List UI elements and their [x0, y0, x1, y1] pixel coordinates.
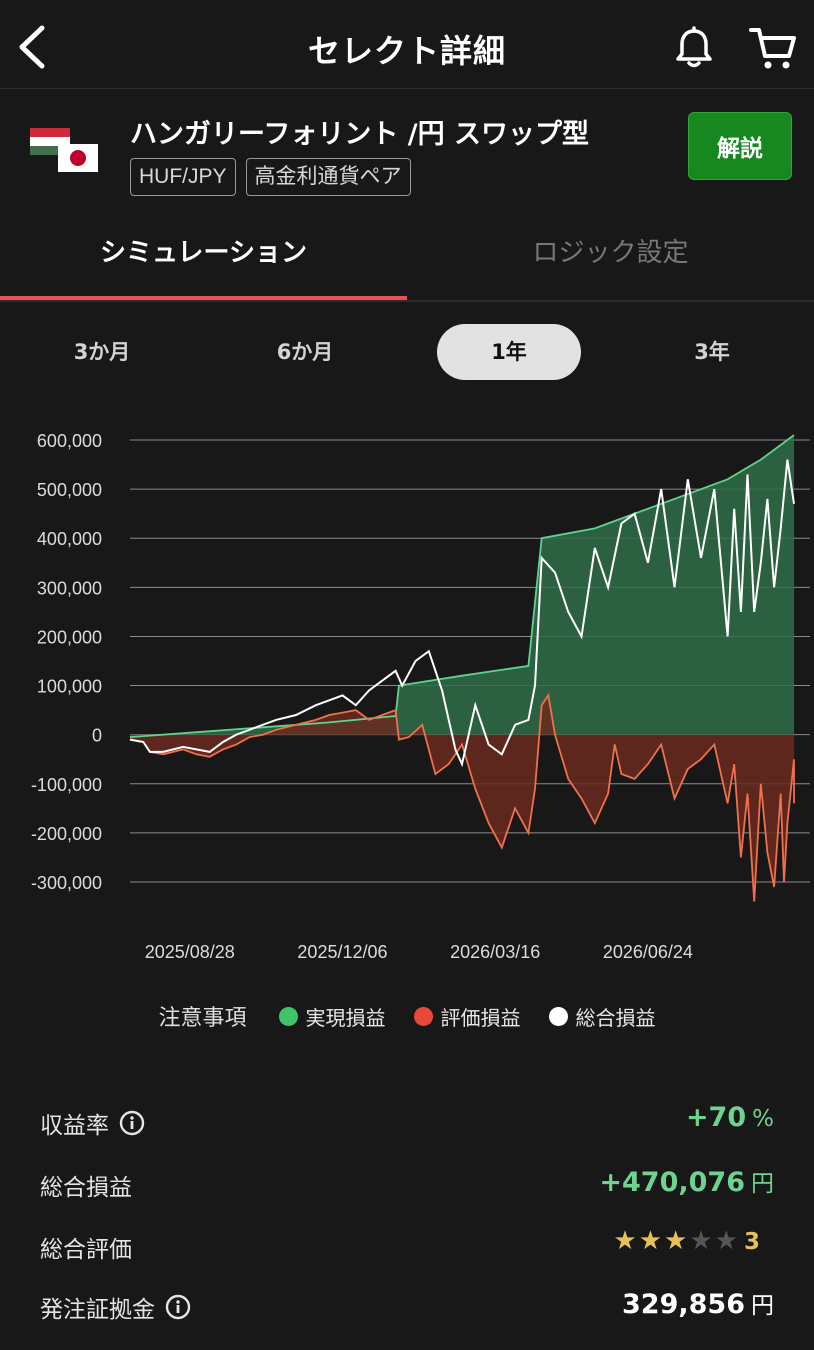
rating-row: 総合評価 ★ ★ ★ ★ ★ 3 — [40, 1226, 774, 1266]
rating-value: 3 — [743, 1229, 760, 1255]
return-rate-value: +70 — [685, 1102, 747, 1133]
total-pl-value: +470,076 — [599, 1167, 745, 1198]
y-tick-label: 100,000 — [37, 677, 102, 697]
period-6-months[interactable]: 6か月 — [233, 324, 377, 380]
product-tags: HUF/JPY 高金利通貨ペア — [130, 158, 411, 196]
total-pl-label: 総合損益 — [40, 1175, 132, 1201]
margin-label: 発注証拠金 — [40, 1297, 155, 1323]
currency-pair-flags — [30, 128, 98, 172]
legend-dot-realized — [278, 1006, 298, 1026]
x-tick-label: 2025/12/06 — [297, 942, 387, 962]
realized-area — [130, 435, 794, 738]
margin-value: 329,856 — [622, 1289, 745, 1320]
tab-logic-settings[interactable]: ロジック設定 — [407, 232, 814, 269]
y-tick-label: 300,000 — [37, 578, 102, 598]
legend-label-unrealized: 評価損益 — [440, 1005, 521, 1030]
chart-legend: 注意事項 実現損益 評価損益 総合損益 — [0, 998, 814, 1034]
y-tick-label: 400,000 — [37, 529, 102, 549]
rating-label: 総合評価 — [40, 1237, 132, 1263]
navigation-bar: セレクト詳細 — [0, 0, 814, 89]
total-pl-unit: 円 — [751, 1171, 774, 1197]
bell-icon[interactable] — [672, 26, 716, 70]
margin-row: 発注証拠金 329,856 円 — [40, 1286, 774, 1326]
japan-flag — [58, 144, 98, 172]
total-pl-value-group: +470,076 円 — [599, 1164, 774, 1198]
tag-category: 高金利通貨ペア — [245, 158, 411, 196]
total-pl-label-group: 総合損益 — [40, 1168, 132, 1202]
tab-simulation[interactable]: シミュレーション — [0, 232, 407, 269]
cart-icon[interactable] — [748, 24, 798, 72]
return-rate-label: 収益率 — [40, 1113, 109, 1139]
legend-label-total: 総合損益 — [575, 1005, 656, 1030]
x-tick-label: 2026/03/16 — [450, 942, 540, 962]
period-1-year[interactable]: 1年 — [437, 324, 581, 380]
active-tab-indicator — [0, 296, 407, 300]
rating-label-group: 総合評価 — [40, 1230, 132, 1264]
star-filled-icon: ★ — [613, 1226, 637, 1256]
legend-item-realized: 実現損益 — [278, 1002, 386, 1031]
legend-item-unrealized: 評価損益 — [413, 1002, 521, 1031]
star-filled-icon: ★ — [638, 1226, 663, 1256]
star-filled-icon: ★ — [664, 1226, 688, 1256]
margin-value-group: 329,856 円 — [622, 1286, 774, 1320]
star-empty-icon: ★ — [714, 1226, 738, 1256]
legend-dot-unrealized — [413, 1006, 433, 1026]
chart-svg: 600,000 500,000 400,000 300,000 200,000 100,0… — [31, 431, 810, 962]
y-tick-label: 500,000 — [37, 480, 102, 500]
info-icon[interactable] — [119, 1110, 145, 1136]
margin-label-group: 発注証拠金 — [40, 1290, 191, 1324]
x-tick-label: 2026/06/24 — [603, 942, 693, 962]
y-tick-label: -200,000 — [31, 824, 102, 844]
y-tick-label: 200,000 — [37, 627, 102, 647]
period-3-years[interactable]: 3年 — [640, 324, 784, 380]
y-tick-label: -300,000 — [31, 873, 102, 893]
return-rate-value-group: +70 % — [686, 1102, 774, 1133]
rating-value-group: ★ ★ ★ ★ ★ 3 — [613, 1226, 760, 1256]
pl-simulation-chart: 600,000 500,000 400,000 300,000 200,000 100,0… — [0, 400, 814, 1000]
notes-link[interactable]: 注意事項 — [158, 1000, 246, 1032]
y-tick-label: 600,000 — [37, 431, 102, 451]
margin-unit: 円 — [751, 1293, 774, 1319]
legend-dot-total — [548, 1006, 568, 1026]
period-3-months[interactable]: 3か月 — [30, 324, 174, 380]
product-header: ハンガリーフォリント /円 スワップ型 HUF/JPY 高金利通貨ペア 解説 — [0, 88, 814, 208]
explain-button[interactable]: 解説 — [688, 112, 792, 180]
product-name: ハンガリーフォリント /円 スワップ型 — [130, 119, 590, 150]
legend-label-realized: 実現損益 — [305, 1005, 386, 1030]
y-tick-label: 0 — [92, 726, 102, 746]
tab-bar: シミュレーション ロジック設定 — [0, 210, 814, 302]
return-rate-row: 収益率 +70 % — [40, 1102, 774, 1142]
legend-item-total: 総合損益 — [548, 1002, 656, 1031]
return-rate-unit: % — [752, 1106, 774, 1132]
y-tick-label: -100,000 — [31, 775, 102, 795]
total-pl-row: 総合損益 +470,076 円 — [40, 1164, 774, 1204]
rating-stars: ★ ★ ★ ★ ★ — [613, 1226, 738, 1256]
return-rate-label-group: 収益率 — [40, 1106, 145, 1140]
info-icon[interactable] — [165, 1294, 191, 1320]
tag-currency-pair: HUF/JPY — [130, 158, 236, 196]
x-tick-label: 2025/08/28 — [145, 942, 235, 962]
period-selector: 3か月 6か月 1年 3年 — [0, 322, 814, 382]
star-empty-icon: ★ — [689, 1226, 713, 1256]
